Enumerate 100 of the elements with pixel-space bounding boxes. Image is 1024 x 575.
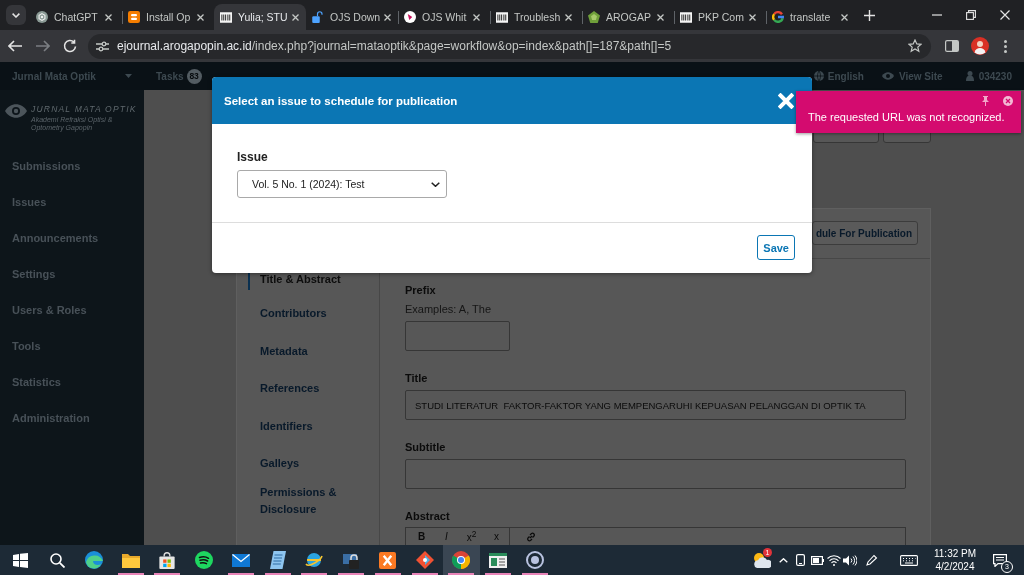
browser-tab[interactable]: translate: [766, 4, 858, 30]
format-button[interactable]: x: [484, 530, 509, 543]
subtitle-field[interactable]: [405, 459, 906, 489]
sidebar-item[interactable]: Submissions: [0, 148, 144, 184]
globe-orbit-icon: [305, 551, 324, 569]
window-tiles-icon[interactable]: [12, 552, 28, 568]
field-label: Subtitle: [405, 440, 446, 454]
notification-message: The requested URL was not recognized.: [808, 111, 1005, 124]
language-link[interactable]: English: [813, 70, 864, 82]
globe-icon: [813, 71, 824, 81]
speaker-icon[interactable]: [843, 554, 857, 566]
workflow-tab[interactable]: References: [248, 370, 379, 408]
format-button[interactable]: B: [409, 530, 434, 543]
address-bar[interactable]: ejournal.arogapopin.ac.id/index.php?journal=mataoptik&page=workflow&op=index&path[]=187&path[]=5: [88, 33, 931, 59]
forward-icon[interactable]: [36, 40, 50, 52]
reload-icon[interactable]: [63, 39, 77, 53]
knot-icon: [36, 11, 48, 23]
sidebar-item[interactable]: Settings: [0, 256, 144, 292]
close-icon[interactable]: [291, 13, 299, 21]
eye-icon: [881, 72, 894, 80]
browser-tab[interactable]: OJS Whit: [398, 4, 490, 30]
profile-avatar[interactable]: [971, 37, 989, 55]
field-label: Title: [405, 371, 428, 385]
clock-time[interactable]: 11:32 PM: [933, 547, 977, 560]
swirl-icon: [84, 551, 103, 569]
message-icon[interactable]: [993, 553, 1007, 567]
close-icon[interactable]: [841, 13, 848, 21]
logo-title: JURNAL MATA OPTIK: [31, 104, 137, 115]
folder-icon: [121, 552, 140, 568]
side-panel-icon[interactable]: [945, 40, 959, 52]
sidebar-item[interactable]: Users & Roles: [0, 292, 144, 328]
star-icon[interactable]: [908, 39, 922, 53]
shopping-bag-icon: [159, 551, 176, 569]
close-icon[interactable]: [473, 13, 480, 21]
close-icon[interactable]: [657, 13, 664, 21]
sidebar-item[interactable]: Tools: [0, 328, 144, 364]
workflow-tab[interactable]: Galleys: [248, 445, 379, 483]
close-icon[interactable]: [749, 13, 756, 21]
field-label: Prefix: [405, 283, 436, 297]
cloud-sun-icon[interactable]: [753, 552, 771, 568]
sidebar-item[interactable]: Administration: [0, 400, 144, 436]
restore-icon[interactable]: [966, 10, 976, 20]
close-icon[interactable]: [565, 13, 572, 21]
tasks-button[interactable]: Tasks 83: [156, 68, 202, 84]
notepad-icon: [269, 551, 286, 569]
close-icon[interactable]: [105, 13, 112, 21]
sidebar-item[interactable]: Announcements: [0, 220, 144, 256]
field-help-text: Examples: A, The: [405, 302, 491, 316]
browser-tab[interactable]: Install Op: [122, 4, 214, 30]
tasks-count-badge: 83: [186, 68, 202, 84]
keyboard-icon[interactable]: [899, 554, 918, 566]
title-field[interactable]: STUDI LITERATUR FAKTOR-FAKTOR YANG MEMPENGARUHI KEPUASAN PELANGGAN DI OPTIK TA: [405, 390, 906, 420]
issue-select[interactable]: Vol. 5 No. 1 (2024): Test: [237, 170, 447, 198]
menu-icon[interactable]: [1004, 39, 1007, 53]
segmented-circle-icon: [452, 551, 471, 569]
close-icon[interactable]: [1000, 10, 1010, 20]
user-menu[interactable]: 034230: [965, 70, 1012, 82]
pen-icon[interactable]: [866, 554, 878, 566]
tab-list-button[interactable]: [6, 5, 26, 25]
format-button[interactable]: x$^{2}$: [459, 528, 484, 545]
tune-icon[interactable]: [96, 40, 109, 52]
clock-date[interactable]: 4/2/2024: [935, 560, 975, 573]
close-icon[interactable]: [197, 13, 204, 21]
search-icon[interactable]: [49, 552, 65, 568]
browser-tab[interactable]: ChatGPT: [30, 4, 122, 30]
prefix-field[interactable]: [405, 321, 510, 351]
workflow-tab[interactable]: Permissions & Disclosure: [248, 482, 379, 520]
format-button[interactable]: I: [434, 530, 459, 543]
pin-icon[interactable]: [982, 96, 989, 106]
schedule-button[interactable]: dule For Publication: [811, 221, 918, 245]
plus-icon[interactable]: [864, 9, 875, 21]
view-site-link[interactable]: View Site: [881, 70, 943, 82]
battery-icon[interactable]: [810, 555, 824, 565]
back-icon[interactable]: [8, 40, 22, 52]
workflow-tab[interactable]: Metadata: [248, 332, 379, 370]
phone-icon[interactable]: [796, 554, 805, 566]
chevron-down-icon: [12, 12, 20, 18]
ring-icon: [525, 551, 544, 569]
browser-tab[interactable]: Troublesh: [490, 4, 582, 30]
browser-tab[interactable]: OJS Down: [306, 4, 398, 30]
sidebar-item[interactable]: Issues: [0, 184, 144, 220]
caret-icon: [125, 74, 132, 78]
browser-tab[interactable]: AROGAP: [582, 4, 674, 30]
wifi-icon[interactable]: [827, 554, 841, 566]
ring-logo-icon: [772, 11, 784, 23]
link-icon[interactable]: [526, 531, 536, 542]
browser-tab[interactable]: PKP Com: [674, 4, 766, 30]
close-icon[interactable]: [384, 13, 392, 21]
journal-switcher[interactable]: Jurnal Mata Optik: [12, 70, 132, 82]
circle-waves-icon: [195, 551, 214, 569]
sidebar-item[interactable]: Statistics: [0, 364, 144, 400]
user-icon: [965, 71, 974, 81]
browser-tab[interactable]: Yulia; STU: [214, 4, 306, 30]
chevron-up-icon[interactable]: [779, 557, 788, 563]
save-button[interactable]: Save: [757, 235, 795, 260]
workflow-tab[interactable]: Contributors: [248, 295, 379, 333]
eye-logo-icon: [5, 104, 27, 118]
square-logo-icon: [220, 11, 232, 23]
field-label: Issue: [237, 149, 268, 165]
workflow-tab[interactable]: Identifiers: [248, 407, 379, 445]
